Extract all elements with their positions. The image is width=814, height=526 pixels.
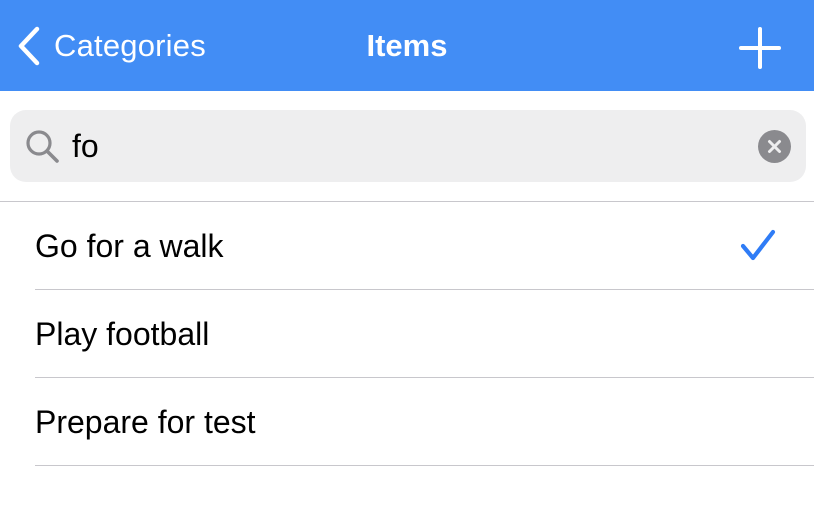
search-bar [10,110,806,182]
list-item-label: Play football [35,316,210,352]
checkmark-icon [740,229,776,261]
search-input[interactable] [72,122,742,170]
clear-search-button[interactable] [758,130,791,163]
list-item[interactable]: Prepare for test [0,378,814,466]
navigation-bar: Categories Items [0,0,814,91]
list-item-label: Go for a walk [35,228,224,264]
add-item-button[interactable] [738,26,782,70]
list-item[interactable]: Go for a walk [0,202,814,290]
plus-icon [739,27,781,69]
page-title: Items [366,28,448,63]
list-item[interactable]: Play football [0,290,814,378]
magnifying-glass-icon [26,130,59,163]
clear-circle-icon [768,140,781,153]
list-divider [35,465,814,466]
items-list: Go for a walk Play football Prepare for … [0,202,814,466]
list-item-label: Prepare for test [35,404,256,440]
